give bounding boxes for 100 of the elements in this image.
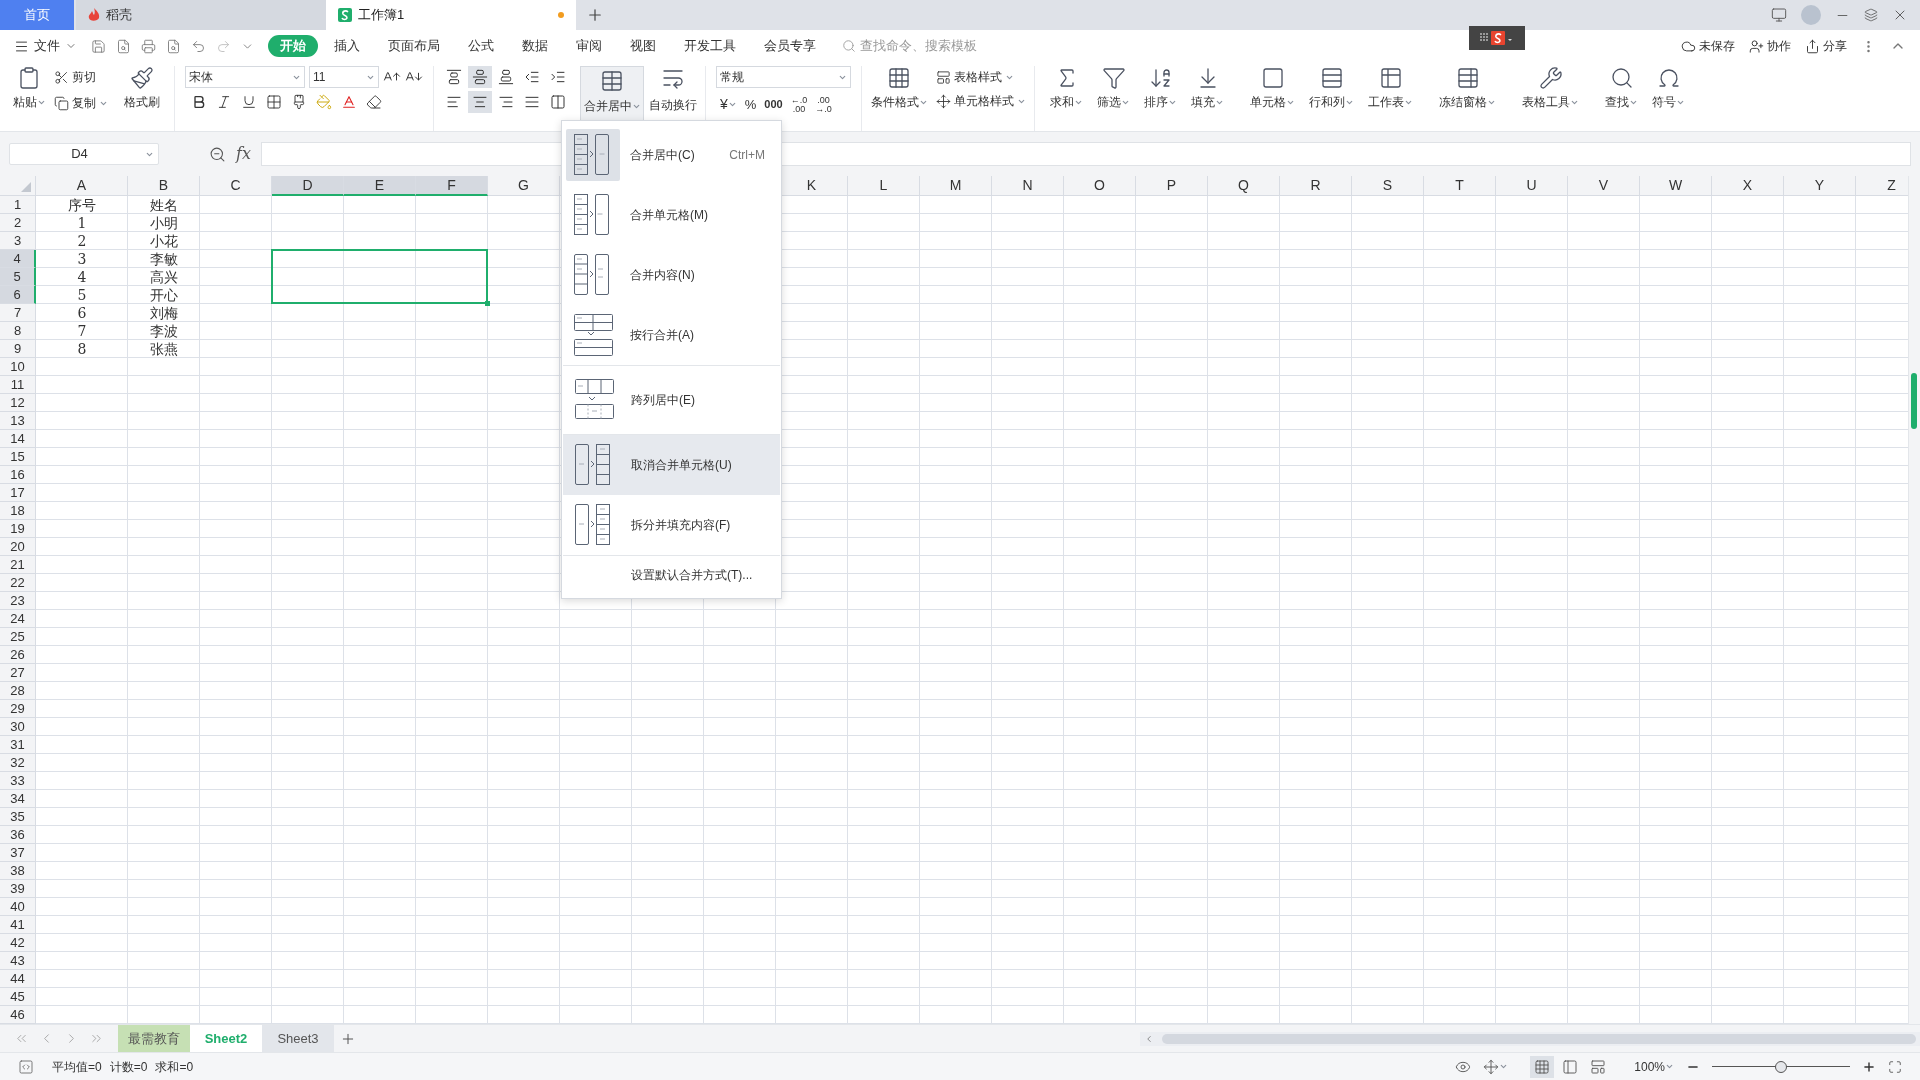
toolbar-action-button[interactable]: 未保存 (1681, 37, 1735, 55)
row-header[interactable]: 32 (0, 754, 36, 772)
ribbon-tool-button[interactable]: 填充 (1184, 66, 1231, 111)
row-header[interactable]: 46 (0, 1006, 36, 1024)
column-header[interactable]: X (1712, 176, 1784, 196)
column-header[interactable]: D (272, 176, 344, 196)
format-painter-button[interactable]: 格式刷 (120, 66, 164, 111)
row-header[interactable]: 14 (0, 430, 36, 448)
zoom-out-icon[interactable] (209, 145, 226, 163)
macro-icon[interactable] (18, 1058, 34, 1075)
menu-item[interactable]: 拆分并填充内容(F) (563, 495, 780, 555)
toolbar-action-button[interactable]: 分享 (1805, 37, 1847, 55)
row-header[interactable]: 40 (0, 898, 36, 916)
horizontal-scrollbar[interactable] (1140, 1031, 1920, 1046)
row-header[interactable]: 7 (0, 304, 36, 322)
row-header[interactable]: 8 (0, 322, 36, 340)
sheet-tab[interactable]: Sheet3 (262, 1025, 334, 1052)
fill-color-icon[interactable] (316, 94, 332, 110)
column-header[interactable]: W (1640, 176, 1712, 196)
view-button[interactable] (1530, 1055, 1555, 1078)
row-header[interactable]: 19 (0, 520, 36, 538)
zoom-slider[interactable] (1712, 1060, 1850, 1073)
cell-style-brush-icon[interactable] (291, 94, 307, 110)
function-label[interactable]: fx (236, 142, 251, 166)
ribbon-tab[interactable]: 会员专享 (752, 35, 828, 57)
row-header[interactable]: 38 (0, 862, 36, 880)
crosshair-icon[interactable] (1483, 1058, 1500, 1075)
row-header[interactable]: 6 (0, 286, 36, 304)
eraser-icon[interactable] (366, 94, 382, 110)
ribbon-tool-button[interactable]: 冻结窗格 (1432, 66, 1503, 111)
fill-handle[interactable] (485, 301, 490, 306)
column-header[interactable]: G (488, 176, 560, 196)
row-header[interactable]: 13 (0, 412, 36, 430)
underline-icon[interactable] (241, 94, 257, 110)
row-header[interactable]: 5 (0, 268, 36, 286)
row-header[interactable]: 27 (0, 664, 36, 682)
ribbon-tool-button[interactable]: 行和列 (1302, 66, 1361, 111)
column-header[interactable]: M (920, 176, 992, 196)
thousands-button[interactable]: 000 (764, 96, 783, 113)
row-header[interactable]: 45 (0, 988, 36, 1006)
document-tab[interactable]: 工作簿1 (326, 0, 576, 30)
row-header[interactable]: 23 (0, 592, 36, 610)
paste-button[interactable]: 粘贴 (10, 66, 48, 111)
row-header[interactable]: 10 (0, 358, 36, 376)
menu-item[interactable]: 设置默认合并方式(T)... (563, 556, 780, 594)
row-header[interactable]: 25 (0, 628, 36, 646)
print-preview-icon[interactable] (166, 38, 181, 54)
row-header[interactable]: 20 (0, 538, 36, 556)
file-menu-button[interactable]: 文件 (14, 36, 77, 56)
ribbon-tab[interactable]: 审阅 (564, 35, 614, 57)
row-header[interactable]: 2 (0, 214, 36, 232)
row-header[interactable]: 33 (0, 772, 36, 790)
ribbon-tab[interactable]: 视图 (618, 35, 668, 57)
column-header[interactable]: L (848, 176, 920, 196)
ribbon-tab[interactable]: 公式 (456, 35, 506, 57)
ime-toolbar[interactable] (1469, 26, 1525, 50)
command-search-field[interactable]: 查找命令、搜索模板 (842, 36, 1010, 56)
font-color-icon[interactable] (341, 94, 357, 110)
ribbon-tool-button[interactable]: 排序 (1137, 66, 1184, 111)
cell-style-button[interactable]: 单元格样式 (936, 92, 1026, 110)
ribbon-tool-button[interactable]: 查找 (1598, 66, 1645, 111)
window-layout-icon[interactable] (1771, 7, 1787, 23)
row-header[interactable]: 37 (0, 844, 36, 862)
row-header[interactable]: 44 (0, 970, 36, 988)
row-header[interactable]: 28 (0, 682, 36, 700)
undo-icon[interactable] (191, 38, 206, 54)
row-header[interactable]: 21 (0, 556, 36, 574)
row-header[interactable]: 24 (0, 610, 36, 628)
row-header[interactable]: 34 (0, 790, 36, 808)
fullscreen-icon[interactable] (1888, 1059, 1902, 1074)
borders-icon[interactable] (266, 94, 282, 110)
decrease-decimal-button[interactable]: .00 →.0 (815, 95, 832, 114)
ribbon-tool-button[interactable]: 筛选 (1090, 66, 1137, 111)
document-tab[interactable]: 首页 (0, 0, 74, 30)
ribbon-tab[interactable]: 数据 (510, 35, 560, 57)
row-header[interactable]: 16 (0, 466, 36, 484)
row-header[interactable]: 26 (0, 646, 36, 664)
row-header[interactable]: 3 (0, 232, 36, 250)
bold-icon[interactable] (191, 94, 207, 110)
slider-thumb[interactable] (1775, 1060, 1787, 1073)
column-header[interactable]: Q (1208, 176, 1280, 196)
column-header[interactable]: P (1136, 176, 1208, 196)
menu-item[interactable]: 跨列居中(E) (563, 366, 780, 434)
ribbon-tool-button[interactable]: 符号 (1645, 66, 1692, 111)
alignment-button[interactable] (468, 91, 492, 113)
row-header[interactable]: 4 (0, 250, 36, 268)
row-header[interactable]: 22 (0, 574, 36, 592)
column-header[interactable]: N (992, 176, 1064, 196)
toolbar-action-button[interactable]: 协作 (1749, 37, 1791, 55)
ribbon-tool-button[interactable]: 表格工具 (1515, 66, 1586, 111)
column-header[interactable]: Y (1784, 176, 1856, 196)
increase-decimal-button[interactable]: ←.0 .00 (790, 95, 808, 114)
restore-icon[interactable] (1864, 8, 1878, 22)
ribbon-tab[interactable]: 插入 (322, 35, 372, 57)
zoom-in-icon[interactable] (1862, 1059, 1876, 1074)
ribbon-tool-button[interactable]: 工作表 (1361, 66, 1420, 111)
ribbon-tab[interactable]: 开发工具 (672, 35, 748, 57)
row-header[interactable]: 29 (0, 700, 36, 718)
menu-item[interactable]: 取消合并单元格(U) (563, 435, 780, 495)
italic-icon[interactable] (216, 94, 232, 110)
